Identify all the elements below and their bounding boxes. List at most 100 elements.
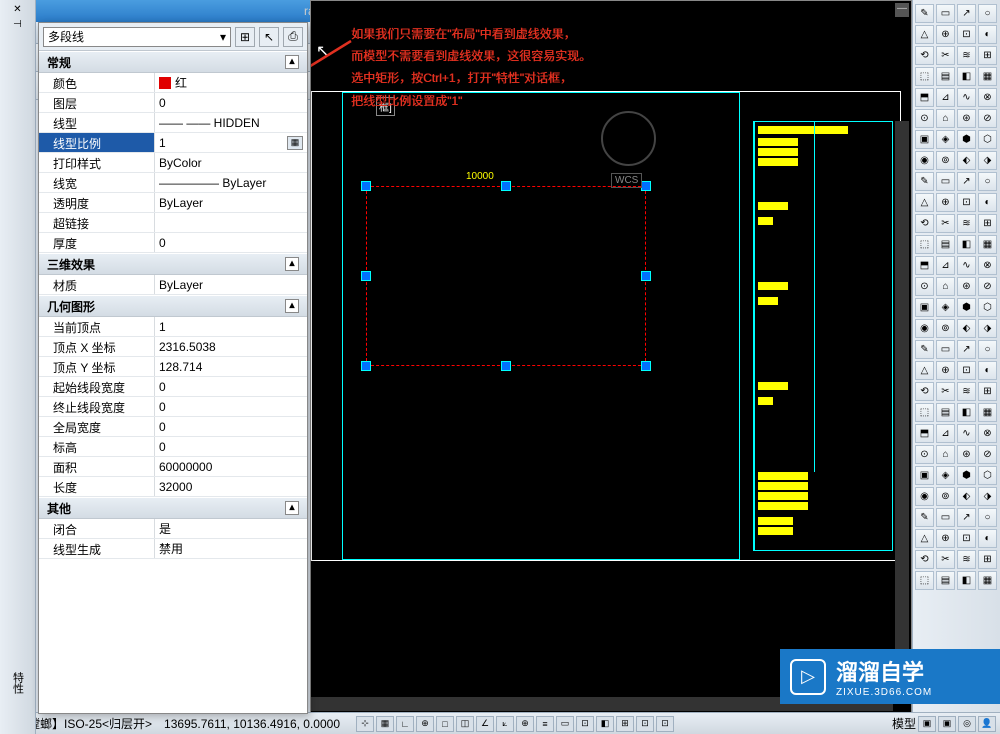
palette-pin-icon[interactable]: ⊣ [13, 19, 22, 30]
tool-icon[interactable]: ▭ [936, 4, 955, 23]
select-objects-icon[interactable]: ↖ [259, 27, 279, 47]
sc-icon[interactable]: ◧ [596, 716, 614, 732]
tool-icon[interactable]: ○ [978, 4, 997, 23]
toggle-pickadd-icon[interactable]: ⊞ [235, 27, 255, 47]
model-space-label[interactable]: 模型 [892, 715, 916, 732]
tool-icon[interactable]: ▦ [978, 403, 997, 422]
tool-icon[interactable]: ▣ [915, 466, 934, 485]
tool-icon[interactable]: ◉ [915, 487, 934, 506]
grip[interactable] [501, 361, 511, 371]
property-value[interactable] [155, 213, 307, 232]
grip[interactable] [361, 271, 371, 281]
tool-icon[interactable]: ✂ [936, 382, 955, 401]
tool-icon[interactable]: ⬡ [978, 298, 997, 317]
tool-icon[interactable]: ▣ [915, 298, 934, 317]
dyn-icon[interactable]: ⊕ [516, 716, 534, 732]
tool-icon[interactable]: ⬗ [978, 319, 997, 338]
property-row[interactable]: 标高0 [39, 437, 307, 457]
tool-icon[interactable]: ⊛ [957, 445, 976, 464]
quick-select-icon[interactable]: ⎙ [283, 27, 303, 47]
tool-icon[interactable]: ⬚ [915, 403, 934, 422]
tool-icon[interactable]: ⊗ [978, 88, 997, 107]
tool-icon[interactable]: ⌂ [936, 277, 955, 296]
tool-icon[interactable]: ⬡ [978, 130, 997, 149]
tool-icon[interactable]: ◧ [957, 571, 976, 590]
tool-icon[interactable]: ⊞ [978, 550, 997, 569]
drawing-canvas[interactable]: 如果我们只需要在"布局"中看到虚线效果， 而模型不需要看到虚线效果，这很容易实现… [310, 0, 912, 714]
property-value[interactable]: 60000000 [155, 457, 307, 476]
tool-icon[interactable]: △ [915, 361, 934, 380]
grip[interactable] [361, 361, 371, 371]
tool-icon[interactable]: ⟲ [915, 550, 934, 569]
tool-icon[interactable]: ⊚ [936, 151, 955, 170]
tool-icon[interactable]: ◐ [978, 361, 997, 380]
tool-icon[interactable]: ⊡ [957, 529, 976, 548]
property-row[interactable]: 材质ByLayer [39, 275, 307, 295]
tool-icon[interactable]: ⊙ [915, 445, 934, 464]
grip[interactable] [641, 361, 651, 371]
tool-icon[interactable]: ◉ [915, 151, 934, 170]
tool-icon[interactable]: ↗ [957, 172, 976, 191]
property-row[interactable]: 线型生成禁用 [39, 539, 307, 559]
tool-icon[interactable]: ⬚ [915, 67, 934, 86]
property-section-header[interactable]: 其他▴ [39, 497, 307, 519]
property-row[interactable]: 颜色红 [39, 73, 307, 93]
tool-icon[interactable]: ▤ [936, 235, 955, 254]
property-value[interactable]: 0 [155, 437, 307, 456]
tool-icon[interactable]: ✂ [936, 550, 955, 569]
tool-icon[interactable]: ▭ [936, 172, 955, 191]
property-value[interactable]: 2316.5038 [155, 337, 307, 356]
am-icon[interactable]: ⊞ [616, 716, 634, 732]
property-row[interactable]: 厚度0 [39, 233, 307, 253]
tool-icon[interactable]: ▭ [936, 340, 955, 359]
grip[interactable] [641, 181, 651, 191]
tool-icon[interactable]: ○ [978, 508, 997, 527]
tool-icon[interactable]: ∿ [957, 256, 976, 275]
tool-icon[interactable]: ⊛ [957, 109, 976, 128]
tool-icon[interactable]: ⊚ [936, 319, 955, 338]
tool-icon[interactable]: ≋ [957, 550, 976, 569]
property-section-header[interactable]: 三维效果▴ [39, 253, 307, 275]
tool-icon[interactable]: ⊡ [957, 361, 976, 380]
tool-icon[interactable]: ⊿ [936, 424, 955, 443]
property-value[interactable]: 1▦ [155, 133, 307, 152]
tool-icon[interactable]: ↗ [957, 508, 976, 527]
tool-icon[interactable]: ⊡ [957, 25, 976, 44]
tool-icon[interactable]: ⌂ [936, 445, 955, 464]
tool-icon[interactable]: ⬢ [957, 130, 976, 149]
tool-icon[interactable]: ▣ [915, 130, 934, 149]
property-value[interactable]: 0 [155, 233, 307, 252]
tool-icon[interactable]: ◧ [957, 403, 976, 422]
tool-icon[interactable]: ⊘ [978, 109, 997, 128]
tool-icon[interactable]: ≋ [957, 46, 976, 65]
snap-icon[interactable]: ⊹ [356, 716, 374, 732]
property-row[interactable]: 图层0 [39, 93, 307, 113]
tool-icon[interactable]: ⊛ [957, 277, 976, 296]
tool-icon[interactable]: ⊞ [978, 46, 997, 65]
tool-icon[interactable]: ▤ [936, 67, 955, 86]
lwt-icon[interactable]: ≡ [536, 716, 554, 732]
tool-icon[interactable]: ▤ [936, 571, 955, 590]
tool-icon[interactable]: ⬚ [915, 235, 934, 254]
property-row[interactable]: 顶点 X 坐标2316.5038 [39, 337, 307, 357]
property-value[interactable]: —— —— HIDDEN [155, 113, 307, 132]
tool-icon[interactable]: ✎ [915, 172, 934, 191]
grip[interactable] [641, 271, 651, 281]
selected-polyline[interactable] [366, 186, 646, 366]
tool-icon[interactable]: ✎ [915, 340, 934, 359]
sb-icon[interactable]: ⊡ [656, 716, 674, 732]
tool-icon[interactable]: ✂ [936, 46, 955, 65]
tool-icon[interactable]: ⬢ [957, 298, 976, 317]
tool-icon[interactable]: ⟲ [915, 46, 934, 65]
property-value[interactable]: 32000 [155, 477, 307, 496]
tool-icon[interactable]: ▦ [978, 235, 997, 254]
property-row[interactable]: 起始线段宽度0 [39, 377, 307, 397]
property-value[interactable]: 禁用 [155, 539, 307, 558]
tool-icon[interactable]: ⬖ [957, 487, 976, 506]
tool-icon[interactable]: ▤ [936, 403, 955, 422]
property-value[interactable]: 0 [155, 397, 307, 416]
tool-icon[interactable]: ✎ [915, 4, 934, 23]
polar-icon[interactable]: ⊕ [416, 716, 434, 732]
grip[interactable] [501, 181, 511, 191]
sb-icon[interactable]: ▣ [938, 716, 956, 732]
